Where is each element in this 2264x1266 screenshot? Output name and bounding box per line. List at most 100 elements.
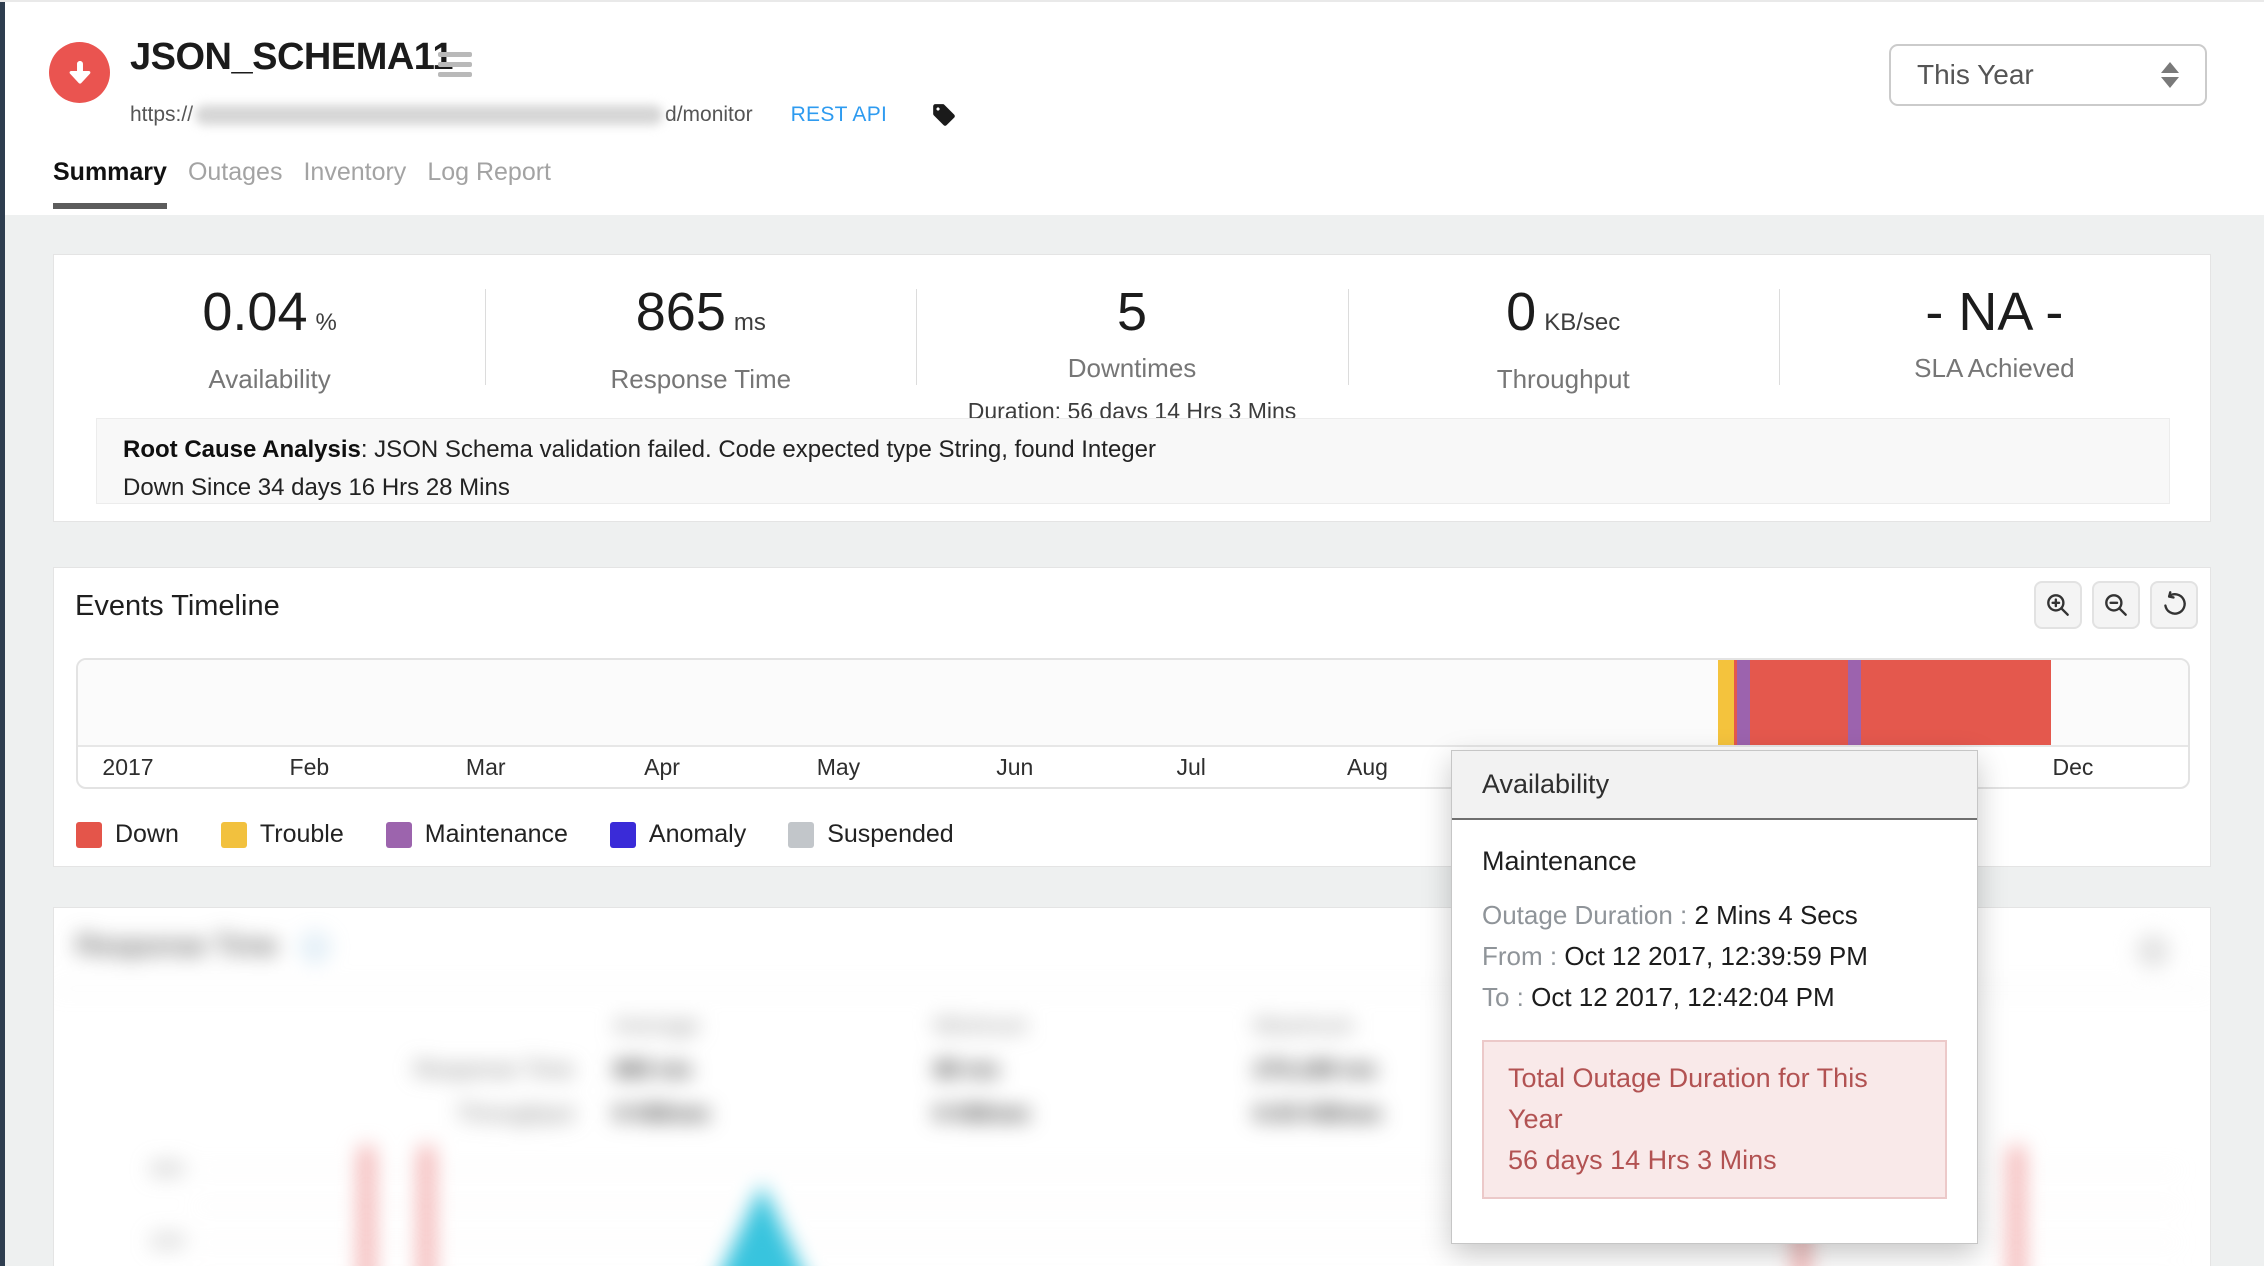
tooltip-row-duration: Outage Duration : 2 Mins 4 Secs xyxy=(1482,895,1947,936)
cell: 0 KB/sec xyxy=(934,1100,1031,1127)
tooltip-row-to: To : Oct 12 2017, 12:42:04 PM xyxy=(1482,977,1947,1018)
axis-label: Dec xyxy=(2038,754,2108,781)
tab-log-report[interactable]: Log Report xyxy=(427,152,551,209)
axis-label: Aug xyxy=(1333,754,1403,781)
zoom-in-icon xyxy=(2044,591,2072,619)
sla-label: SLA Achieved xyxy=(1779,353,2210,384)
url-redacted-blur xyxy=(195,105,663,125)
axis-label: 2017 xyxy=(88,754,168,781)
axis-label: Mar xyxy=(451,754,521,781)
response-time-value: 865 xyxy=(636,282,726,342)
zoom-out-button[interactable] xyxy=(2092,581,2140,629)
tab-inventory[interactable]: Inventory xyxy=(303,152,406,209)
tooltip-event-type: Maintenance xyxy=(1482,846,1947,877)
cell: 0 KB/sec xyxy=(614,1100,711,1127)
summary-stats-card: 0.04% Availability 865ms Response Time 5… xyxy=(53,254,2211,522)
trouble-swatch xyxy=(221,822,247,848)
row-label: Response Time xyxy=(354,1056,574,1083)
axis-label: Apr xyxy=(627,754,697,781)
availability-tooltip: Availability Maintenance Outage Duration… xyxy=(1451,750,1978,1244)
throughput-label: Throughput xyxy=(1348,364,1779,395)
downtimes-label: Downtimes xyxy=(916,353,1347,384)
legend-item-down[interactable]: Down xyxy=(76,820,179,849)
col-header: Maximum xyxy=(1254,1012,1354,1039)
timeline-segment-maintenance[interactable] xyxy=(1848,660,1861,745)
col-header: Minimum xyxy=(934,1012,1027,1039)
downtime-bar xyxy=(419,1146,434,1266)
tab-summary[interactable]: Summary xyxy=(53,152,167,209)
cell: 270,189 ms xyxy=(1254,1056,1377,1083)
axis-label: May xyxy=(803,754,873,781)
legend-item-maintenance[interactable]: Maintenance xyxy=(386,820,568,849)
timeline-segment-down[interactable] xyxy=(1861,660,2051,745)
zoom-reset-icon xyxy=(2160,591,2188,619)
timeline-segment-maintenance[interactable] xyxy=(1737,660,1750,745)
down-swatch xyxy=(76,822,102,848)
root-cause-label: Root Cause Analysis xyxy=(123,436,361,463)
downtime-bar xyxy=(359,1146,374,1266)
throughput-value: 0 xyxy=(1506,282,1536,342)
response-time-label: Response Time xyxy=(485,364,916,395)
zoom-reset-button[interactable] xyxy=(2150,581,2198,629)
sla-value: - NA - xyxy=(1925,282,2063,342)
cell: 865 ms xyxy=(614,1056,692,1083)
app-window: JSON_SCHEMA11 https:// d/monitor REST AP… xyxy=(0,0,2264,1266)
tab-bar: Summary Outages Inventory Log Report xyxy=(53,152,572,209)
timeline-legend: Down Trouble Maintenance Anomaly Suspend… xyxy=(76,820,954,849)
header: JSON_SCHEMA11 https:// d/monitor REST AP… xyxy=(0,2,2264,215)
tab-outages[interactable]: Outages xyxy=(188,152,283,209)
tag-icon[interactable] xyxy=(931,102,957,128)
zoom-out-icon xyxy=(2102,591,2130,619)
page-title: JSON_SCHEMA11 xyxy=(130,36,453,79)
down-arrow-icon xyxy=(63,56,97,90)
downtime-bar xyxy=(2009,1146,2024,1266)
axis-label: Jul xyxy=(1156,754,1226,781)
legend-item-anomaly[interactable]: Anomaly xyxy=(610,820,746,849)
total-outage-highlight: Total Outage Duration for This Year 56 d… xyxy=(1482,1040,1947,1199)
suspended-swatch xyxy=(788,822,814,848)
zoom-in-button[interactable] xyxy=(2034,581,2082,629)
legend-item-suspended[interactable]: Suspended xyxy=(788,820,954,849)
stat-throughput: 0KB/sec Throughput xyxy=(1348,281,1779,425)
url-prefix: https:// xyxy=(130,103,193,127)
stat-availability: 0.04% Availability xyxy=(54,281,485,425)
legend-item-trouble[interactable]: Trouble xyxy=(221,820,344,849)
monitor-url: https:// d/monitor REST API xyxy=(130,102,957,128)
tooltip-row-from: From : Oct 12 2017, 12:39:59 PM xyxy=(1482,936,1947,977)
tooltip-body: Maintenance Outage Duration : 2 Mins 4 S… xyxy=(1452,820,1977,1199)
period-dropdown[interactable]: This Year xyxy=(1889,44,2207,106)
root-cause-analysis-box: Root Cause Analysis: JSON Schema validat… xyxy=(96,418,2170,504)
timeline-bars-area[interactable] xyxy=(78,660,2188,747)
timeline-segment-down[interactable] xyxy=(1750,660,1848,745)
monitor-type-link[interactable]: REST API xyxy=(791,103,888,127)
availability-label: Availability xyxy=(54,364,485,395)
response-spike-area xyxy=(704,1184,820,1266)
timeline-segment-trouble[interactable] xyxy=(1718,660,1734,745)
axis-label: Jun xyxy=(980,754,1050,781)
events-timeline-title: Events Timeline xyxy=(75,590,280,623)
stats-row: 0.04% Availability 865ms Response Time 5… xyxy=(54,255,2210,425)
info-icon: i xyxy=(302,934,328,960)
maintenance-swatch xyxy=(386,822,412,848)
down-since-text: Down Since 34 days 16 Hrs 28 Mins xyxy=(123,469,2143,507)
root-cause-message: : JSON Schema validation failed. Code ex… xyxy=(361,436,1156,463)
axis-label: Feb xyxy=(274,754,344,781)
select-arrows-icon xyxy=(2161,62,2179,88)
card-menu-icon[interactable] xyxy=(2136,934,2170,968)
hamburger-menu-icon[interactable] xyxy=(438,52,474,82)
availability-value: 0.04 xyxy=(202,282,307,342)
url-suffix: d/monitor xyxy=(665,103,753,127)
y-axis-label: 150 xyxy=(149,1230,184,1254)
downtimes-value: 5 xyxy=(1117,282,1147,342)
response-time-title: Response Time xyxy=(76,930,278,963)
cell: 88 ms xyxy=(934,1056,999,1083)
y-axis-label: 300 xyxy=(149,1158,184,1182)
period-dropdown-value: This Year xyxy=(1917,59,2161,91)
col-header: Average xyxy=(614,1012,699,1039)
stat-downtimes: 5 Downtimes Duration: 56 days 14 Hrs 3 M… xyxy=(916,281,1347,425)
stat-sla: - NA - SLA Achieved xyxy=(1779,281,2210,425)
stat-response-time: 865ms Response Time xyxy=(485,281,916,425)
tooltip-header: Availability xyxy=(1452,751,1977,820)
cell: 0.03 KB/sec xyxy=(1254,1100,1383,1127)
window-edge xyxy=(0,2,5,1266)
